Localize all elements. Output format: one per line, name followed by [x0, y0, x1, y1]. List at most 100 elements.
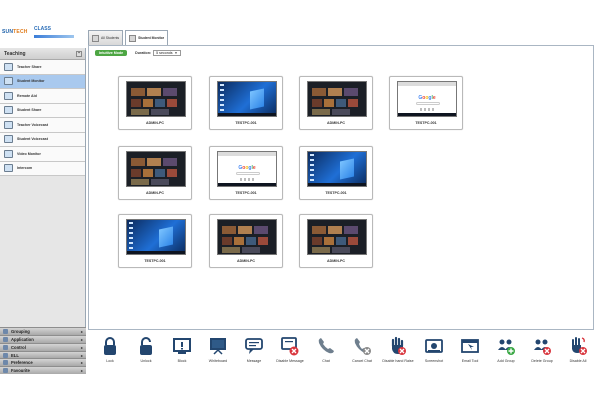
sidebar-item-student-voicecast[interactable]: Student Voicecast [0, 132, 85, 147]
category-application[interactable]: Application ▸ [0, 335, 86, 343]
sidebar-section-teaching[interactable]: Teaching ⌃ [0, 48, 85, 60]
student-monitor-icon [4, 77, 13, 86]
student-thumbnail[interactable]: TESTPC-001 [118, 214, 192, 268]
unlock-button[interactable]: Unlock [128, 336, 164, 372]
category-ell[interactable]: ELL ▸ [0, 350, 86, 359]
cancel-chat-icon [352, 336, 372, 356]
sidebar-item-label: Student Share [17, 108, 42, 113]
thumbnail-caption: ADMIN-PC [146, 121, 164, 125]
disable-hand-raise-button[interactable]: Disable hand Raise [380, 336, 416, 372]
student-share-icon [4, 106, 13, 115]
screenshot-button[interactable]: Screenshot [416, 336, 452, 372]
screen-preview [307, 81, 367, 117]
sidebar-item-label: Teacher Voicecast [17, 122, 49, 127]
chevron-up-icon[interactable]: ⌃ [76, 51, 82, 57]
lock-button[interactable]: Lock [92, 336, 128, 372]
screen-preview: Google [217, 151, 277, 187]
chevron-down-icon: ▼ [174, 51, 178, 55]
tab-student-monitor[interactable]: Student Monitor [125, 30, 169, 45]
sidebar: Teaching ⌃ Teacher Share Student Monitor R… [0, 48, 86, 374]
block-button[interactable]: Block [164, 336, 200, 372]
thumbnail-caption: TESTPC-001 [235, 121, 257, 125]
student-thumbnail[interactable]: Google TESTPC-001 [389, 76, 463, 130]
email-tool-button[interactable]: Email Tool [452, 336, 488, 372]
whiteboard-icon [208, 336, 228, 356]
category-preference[interactable]: Preference ▸ [0, 358, 86, 367]
student-thumbnail[interactable]: Google TESTPC-001 [209, 146, 283, 200]
tab-label: All Students [101, 36, 120, 40]
monitor-share-icon [4, 62, 13, 71]
category-icon [3, 352, 8, 358]
student-thumbnail[interactable]: TESTPC-001 [299, 146, 373, 200]
duration-control: Duration: 5 seconds ▼ [135, 50, 181, 56]
sidebar-item-teacher-voicecast[interactable]: Teacher Voicecast [0, 118, 85, 133]
cancel-chat-button[interactable]: Cancel Chat [344, 336, 380, 372]
toolbar-label: Add Group [497, 359, 515, 363]
add-group-button[interactable]: Add Group [488, 336, 524, 372]
sidebar-item-label: Student Monitor [17, 79, 45, 84]
screen-preview [307, 219, 367, 255]
disable-all-icon [568, 336, 588, 356]
app-window: SUNTECH CLASS All Students Student Monit… [0, 0, 600, 400]
video-monitor-icon [4, 149, 13, 158]
student-thumbnail[interactable]: ADMIN-PC [118, 146, 192, 200]
category-label: Grouping [11, 329, 30, 335]
category-label: Control [11, 344, 26, 350]
duration-select[interactable]: 5 seconds ▼ [153, 50, 181, 56]
monitor-controls: Intuitive Mode Duration: 5 seconds ▼ [95, 49, 181, 57]
student-thumbnail[interactable]: ADMIN-PC [299, 76, 373, 130]
category-label: Application [11, 336, 34, 342]
chevron-right-icon: ▸ [80, 344, 83, 350]
toolbar-label: Delete Group [531, 359, 553, 363]
message-icon [244, 336, 264, 356]
tab-label: Student Monitor [138, 36, 165, 40]
toolbar-label: Cancel Chat [352, 359, 372, 363]
disable-all-button[interactable]: Disable All [560, 336, 596, 372]
sidebar-item-teacher-share[interactable]: Teacher Share [0, 60, 85, 75]
sidebar-item-label: Teacher Share [17, 64, 42, 69]
toolbar-label: Whiteboard [208, 359, 228, 363]
category-control[interactable]: Control ▸ [0, 342, 86, 351]
sidebar-item-intercom[interactable]: Intercom [0, 161, 85, 176]
chat-button[interactable]: Chat [308, 336, 344, 372]
screen-preview [307, 151, 367, 187]
student-thumbnail[interactable]: TESTPC-001 [209, 76, 283, 130]
sidebar-item-student-monitor[interactable]: Student Monitor [0, 74, 85, 89]
category-icon [3, 344, 8, 350]
chevron-right-icon: ▸ [80, 352, 83, 358]
remote-aid-icon [4, 91, 13, 100]
category-favourite[interactable]: Favourite ▸ [0, 366, 86, 374]
toolbar-label: Disable Message [276, 359, 304, 363]
google-logo-icon: Google [238, 165, 256, 171]
tab-all-students[interactable]: All Students [88, 30, 124, 45]
monitor-panel: Intuitive Mode Duration: 5 seconds ▼ ADMI… [88, 45, 594, 330]
sidebar-item-student-share[interactable]: Student Share [0, 103, 85, 118]
disable-message-button[interactable]: Disable Message [272, 336, 308, 372]
whiteboard-button[interactable]: Whiteboard [200, 336, 236, 372]
chevron-right-icon: ▸ [80, 337, 83, 343]
toolbar-label: Unlock [140, 359, 152, 363]
duration-value: 5 seconds [156, 51, 173, 55]
toolbar-label: Message [246, 359, 262, 363]
intuitive-mode-button[interactable]: Intuitive Mode [95, 50, 128, 56]
category-grouping[interactable]: Grouping ▸ [0, 327, 86, 336]
brand-logo-left: SUNTECH [2, 29, 28, 35]
toolbar-label: Chat [322, 359, 330, 363]
sidebar-item-video-monitor[interactable]: Video Monitor [0, 147, 85, 162]
google-logo-icon: Google [418, 95, 436, 101]
screen-preview [126, 151, 186, 187]
thumbnail-caption: TESTPC-001 [144, 259, 166, 263]
student-thumbnail[interactable]: ADMIN-PC [118, 76, 192, 130]
intercom-icon [4, 164, 13, 173]
sidebar-item-remote-aid[interactable]: Remote Aid [0, 89, 85, 104]
toolbar-label: Email Tool [461, 359, 479, 363]
student-thumbnail[interactable]: ADMIN-PC [209, 214, 283, 268]
delete-group-button[interactable]: Delete Group [524, 336, 560, 372]
message-button[interactable]: Message [236, 336, 272, 372]
thumbnail-caption: TESTPC-001 [415, 121, 437, 125]
sidebar-item-label: Remote Aid [17, 93, 37, 98]
student-thumbnail[interactable]: ADMIN-PC [299, 214, 373, 268]
section-title: Teaching [4, 50, 26, 57]
action-toolbar: Lock Unlock Block Whiteboard Message Disable … [88, 334, 594, 374]
toolbar-label: Screenshot [424, 359, 444, 363]
